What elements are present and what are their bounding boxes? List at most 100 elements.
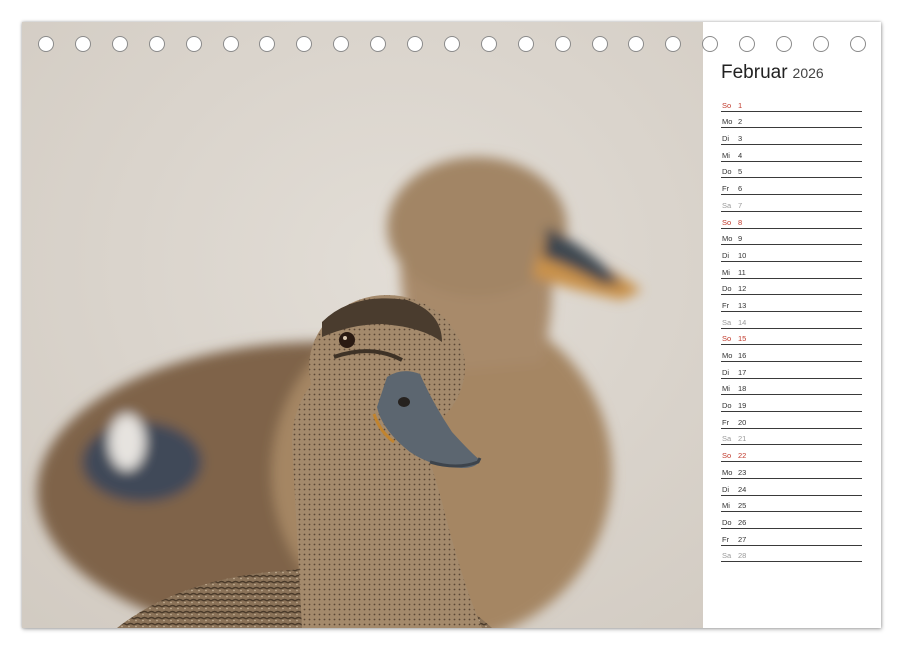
weekday-label: Fr [722, 534, 730, 544]
day-row: Do 5 [721, 162, 862, 179]
weekday-label: So [722, 451, 732, 461]
weekday-label: Mi [722, 384, 730, 394]
day-number: 26 [738, 517, 747, 527]
weekday-label: Mi [722, 501, 730, 511]
weekday-label: Sa [722, 434, 732, 444]
month-year: 2026 [792, 65, 824, 81]
weekday-label: Mi [722, 150, 730, 160]
calendar-panel: Februar 2026 So 1 Mo 2 Di 3 Mi 4 Do 5 Fr 6 Sa 7 So 8 Mo 9 D… [703, 22, 881, 628]
binding-ring-icon [38, 36, 54, 52]
binding-ring-icon [148, 36, 165, 52]
day-number: 5 [738, 167, 743, 177]
month-header: Februar 2026 [721, 62, 824, 84]
weekday-label: So [722, 334, 732, 344]
binding-ring-icon [333, 36, 350, 52]
day-row: So 8 [721, 212, 862, 229]
binding-ring-icon [554, 36, 571, 52]
day-row: Mi 4 [721, 145, 862, 162]
day-number: 7 [738, 200, 743, 210]
day-row: Mo 23 [721, 462, 862, 479]
weekday-label: Mi [722, 267, 730, 277]
binding-ring-icon [517, 36, 534, 52]
binding-ring-icon [849, 36, 866, 52]
day-row: Mi 11 [721, 262, 862, 279]
day-row: Mo 9 [721, 229, 862, 246]
day-number: 16 [738, 351, 747, 360]
weekday-label: Fr [722, 300, 730, 310]
weekday-label: Mo [722, 117, 733, 127]
day-row: Mo 2 [721, 112, 862, 129]
day-row: So 22 [721, 445, 862, 463]
day-number: 13 [738, 300, 747, 310]
day-row: Fr 20 [721, 412, 862, 429]
day-row: Sa 7 [721, 195, 862, 212]
day-number: 19 [738, 401, 747, 411]
weekday-label: Mo [722, 351, 733, 360]
day-row: Mi 18 [721, 379, 862, 396]
day-row: Di 24 [721, 479, 862, 496]
day-number: 9 [738, 234, 743, 244]
day-number: 10 [738, 250, 747, 260]
binding-ring-icon [222, 36, 239, 52]
weekday-label: Do [722, 167, 732, 177]
day-number: 25 [738, 501, 747, 511]
day-row: Di 10 [721, 245, 862, 262]
weekday-label: Sa [722, 200, 732, 210]
binding-rings [22, 36, 881, 58]
day-number: 14 [738, 317, 747, 327]
binding-ring-icon [407, 36, 423, 52]
day-row: Sa 21 [721, 429, 862, 446]
weekday-label: Sa [722, 551, 732, 561]
day-list: So 1 Mo 2 Di 3 Mi 4 Do 5 Fr 6 Sa 7 So 8 Mo 9 Di 10 Mi 11 Do 12 F… [721, 95, 862, 563]
day-number: 8 [738, 217, 743, 227]
binding-ring-icon [296, 36, 313, 52]
binding-ring-icon [739, 36, 756, 52]
day-row: Fr 6 [721, 178, 862, 196]
duck-photo [22, 22, 703, 628]
binding-ring-icon [812, 36, 829, 52]
weekday-label: Di [722, 484, 730, 494]
day-number: 1 [738, 100, 743, 110]
day-number: 12 [738, 284, 747, 294]
binding-ring-icon [259, 36, 276, 52]
day-row: Mo 16 [721, 345, 862, 362]
binding-ring-icon [74, 36, 91, 52]
binding-ring-icon [776, 36, 792, 52]
day-number: 27 [738, 534, 747, 544]
weekday-label: Do [722, 517, 732, 527]
day-row: Sa 14 [721, 312, 862, 329]
day-number: 11 [738, 267, 746, 277]
day-number: 3 [738, 134, 743, 144]
day-row: So 15 [721, 329, 862, 346]
day-row: Fr 27 [721, 529, 862, 546]
binding-ring-icon [480, 36, 497, 52]
day-row: Do 26 [721, 512, 862, 529]
day-row: Do 19 [721, 395, 862, 413]
day-row: So 1 [721, 95, 862, 112]
day-number: 22 [738, 451, 747, 461]
day-row: Mi 25 [721, 496, 862, 513]
binding-ring-icon [185, 36, 202, 52]
binding-ring-icon [665, 36, 682, 52]
weekday-label: Mo [722, 467, 733, 477]
binding-ring-icon [111, 36, 128, 52]
weekday-label: Di [722, 134, 730, 144]
day-number: 28 [738, 551, 747, 561]
weekday-label: Mo [722, 234, 733, 244]
day-number: 23 [738, 467, 747, 477]
weekday-label: Di [722, 250, 730, 260]
weekday-label: Di [722, 367, 730, 377]
day-number: 18 [738, 384, 747, 394]
weekday-label: Do [722, 284, 732, 294]
day-number: 15 [738, 334, 747, 344]
day-number: 21 [738, 434, 747, 444]
day-row: Fr 13 [721, 295, 862, 312]
day-number: 17 [738, 367, 747, 377]
binding-ring-icon [702, 36, 719, 52]
day-number: 4 [738, 150, 743, 160]
calendar-page: Februar 2026 So 1 Mo 2 Di 3 Mi 4 Do 5 Fr 6 Sa 7 So 8 Mo 9 D… [22, 22, 881, 628]
day-row: Di 17 [721, 362, 862, 379]
binding-ring-icon [591, 36, 608, 52]
weekday-label: So [722, 100, 732, 110]
weekday-label: Fr [722, 417, 730, 427]
